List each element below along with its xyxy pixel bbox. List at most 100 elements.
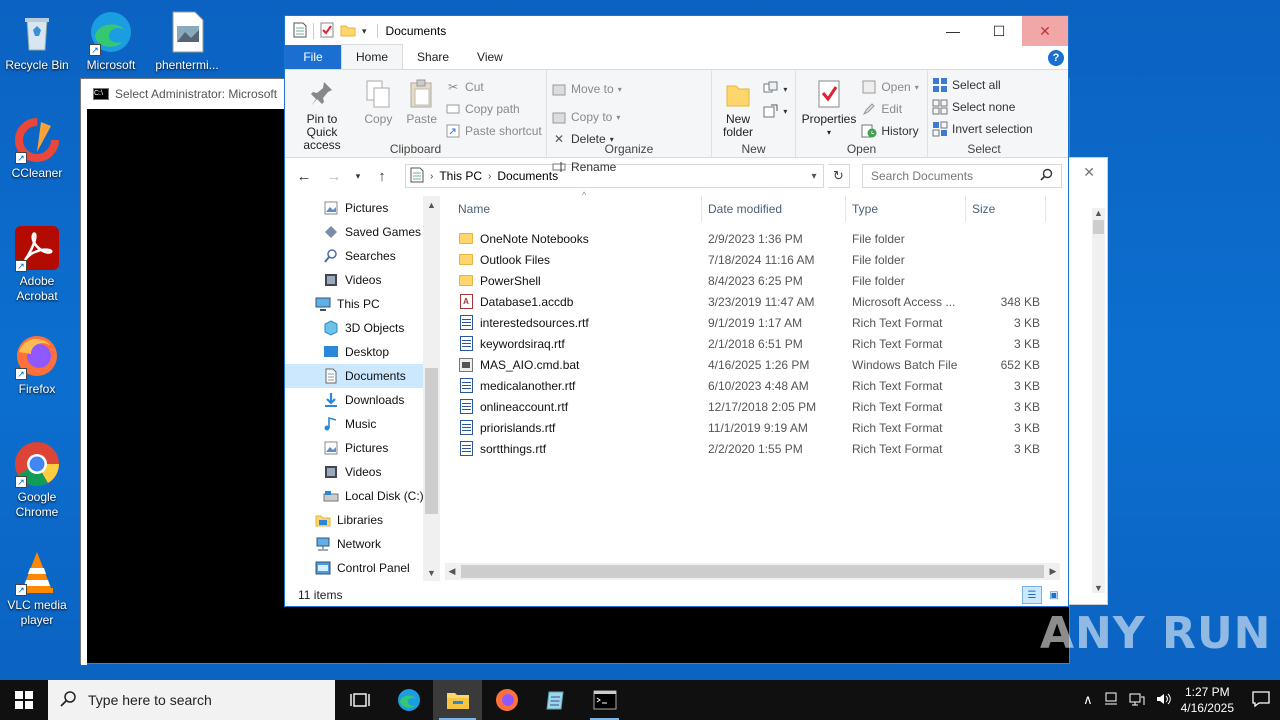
cut-button[interactable]: ✂ Cut — [445, 76, 542, 98]
search-input[interactable]: Search Documents — [862, 164, 1062, 188]
tree-item[interactable]: Videos — [285, 460, 423, 484]
rename-button[interactable]: Rename — [551, 156, 627, 178]
column-header-name[interactable]: Name — [440, 196, 702, 222]
column-header-type[interactable]: Type — [846, 196, 966, 222]
scrollbar-thumb[interactable] — [425, 368, 438, 514]
tree-item[interactable]: Documents — [285, 364, 423, 388]
taskbar-edge[interactable] — [384, 680, 433, 720]
file-row[interactable]: A Database1.accdb 3/23/2019 11:47 AM Micros… — [440, 291, 1068, 312]
large-icons-view-icon[interactable]: ▣ — [1044, 586, 1064, 604]
desktop-icon-recycle-bin[interactable]: Recycle Bin — [0, 8, 74, 73]
tree-item[interactable]: Network — [285, 532, 423, 556]
start-button[interactable] — [0, 680, 48, 720]
copy-path-button[interactable]: Copy path — [445, 98, 542, 120]
scroll-up-icon[interactable]: ▲ — [423, 196, 440, 213]
properties-button[interactable]: Properties ▾ — [800, 74, 858, 143]
details-view-icon[interactable]: ☰ — [1022, 586, 1042, 604]
desktop-icon-firefox[interactable]: ↗ Firefox — [0, 332, 74, 397]
desktop-icon-ccleaner[interactable]: ↗ CCleaner — [0, 116, 74, 181]
network-icon[interactable] — [1129, 691, 1145, 710]
file-row[interactable]: keywordsiraq.rtf 2/1/2018 6:51 PM Rich Tex… — [440, 333, 1068, 354]
tab-share[interactable]: Share — [403, 45, 463, 69]
forward-button[interactable]: → — [321, 163, 347, 189]
column-header-date-modified[interactable]: Date modified — [702, 196, 846, 222]
tab-home[interactable]: Home — [341, 44, 404, 69]
file-row[interactable]: interestedsources.rtf 9/1/2019 1:17 AM Ric… — [440, 312, 1068, 333]
file-row[interactable]: priorislands.rtf 11/1/2019 9:19 AM Rich Te… — [440, 417, 1068, 438]
tree-item[interactable]: Libraries — [285, 508, 423, 532]
tree-item[interactable]: Control Panel — [285, 556, 423, 580]
tree-item[interactable]: Pictures — [285, 196, 423, 220]
tree-item[interactable]: Downloads — [285, 388, 423, 412]
scrollbar[interactable]: ▲ ▼ — [1092, 208, 1105, 593]
easy-access-button[interactable]: ▾ — [763, 100, 787, 122]
desktop-icon-vlc[interactable]: ↗ VLC media player — [0, 548, 74, 628]
file-row[interactable]: PowerShell 8/4/2023 6:25 PM File folder — [440, 270, 1068, 291]
tree-item[interactable]: Pictures — [285, 436, 423, 460]
up-button[interactable]: ↑ — [369, 163, 395, 189]
taskbar-file-explorer[interactable] — [433, 680, 482, 720]
scroll-right-icon[interactable]: ▶ — [1046, 566, 1060, 577]
task-view-button[interactable] — [335, 680, 384, 720]
new-folder-icon[interactable] — [340, 23, 356, 40]
taskbar-firefox[interactable] — [482, 680, 531, 720]
desktop-icon-edge[interactable]: ↗ Microsoft Edge — [74, 8, 148, 73]
tree-item[interactable]: Local Disk (C:) — [285, 484, 424, 508]
tree-item[interactable]: This PC — [285, 292, 423, 316]
desktop-icon-adobe-acrobat[interactable]: ↗ Adobe Acrobat — [0, 224, 74, 304]
tree-item[interactable]: Desktop — [285, 340, 423, 364]
edit-button[interactable]: Edit — [861, 98, 918, 120]
file-row[interactable]: sortthings.rtf 2/2/2020 1:55 PM Rich Text … — [440, 438, 1068, 459]
maximize-button[interactable]: ☐ — [976, 16, 1022, 46]
paste-shortcut-button[interactable]: Paste shortcut — [445, 120, 542, 142]
file-row[interactable]: Outlook Files 7/18/2024 11:16 AM File fold… — [440, 249, 1068, 270]
horizontal-scrollbar[interactable]: ◀ ▶ — [445, 563, 1060, 580]
close-icon[interactable]: ✕ — [1083, 164, 1095, 181]
tree-item[interactable]: 3D Objects — [285, 316, 423, 340]
tree-item[interactable]: Searches — [285, 244, 423, 268]
open-button[interactable]: Open ▾ — [861, 76, 919, 98]
copy-button[interactable]: Copy — [358, 74, 398, 130]
select-all-button[interactable]: Select all — [932, 74, 1036, 96]
address-dropdown-icon[interactable]: ▾ — [805, 171, 823, 182]
history-button[interactable]: History — [861, 120, 919, 142]
help-icon[interactable]: ? — [1048, 50, 1064, 66]
file-row[interactable]: MAS_AIO.cmd.bat 4/16/2025 1:26 PM Windows … — [440, 354, 1068, 375]
move-to-button[interactable]: Move to ▾ — [551, 78, 629, 100]
scroll-down-icon[interactable]: ▼ — [423, 564, 440, 581]
recent-locations-button[interactable]: ▾ — [351, 163, 365, 189]
refresh-button[interactable]: ↻ — [828, 164, 850, 188]
tree-item[interactable]: Saved Games — [285, 220, 423, 244]
file-row[interactable]: OneNote Notebooks 2/9/2023 1:36 PM File fo… — [440, 228, 1068, 249]
invert-selection-button[interactable]: Invert selection — [932, 118, 1036, 140]
tab-file[interactable]: File — [285, 45, 341, 69]
taskbar-command-prompt[interactable] — [580, 680, 629, 720]
close-button[interactable]: ✕ — [1022, 16, 1068, 46]
new-item-button[interactable]: ▾ — [763, 78, 787, 100]
navigation-pane-scrollbar[interactable]: ▲ ▼ — [423, 196, 440, 581]
tab-view[interactable]: View — [463, 45, 517, 69]
back-button[interactable]: ← — [291, 163, 317, 189]
file-row[interactable]: medicalanother.rtf 6/10/2023 4:48 AM Rich … — [440, 375, 1068, 396]
scroll-left-icon[interactable]: ◀ — [445, 566, 459, 577]
tree-item[interactable]: Music — [285, 412, 423, 436]
breadcrumb-documents[interactable]: Documents — [497, 169, 558, 183]
select-none-button[interactable]: Select none — [932, 96, 1036, 118]
title-bar[interactable]: ▾ Documents — ☐ ✕ — [285, 16, 1068, 46]
desktop-icon-google-chrome[interactable]: ↗ Google Chrome — [0, 440, 74, 520]
breadcrumb-this-pc[interactable]: This PC — [439, 169, 482, 183]
file-explorer-window[interactable]: ▾ Documents — ☐ ✕ File Home Share View ?… — [284, 15, 1069, 607]
volume-icon[interactable] — [1155, 691, 1171, 710]
tree-item[interactable]: Videos — [285, 268, 423, 292]
copy-to-button[interactable]: Copy to ▾ — [551, 106, 629, 128]
chevron-up-icon[interactable]: ∧ — [1083, 692, 1093, 708]
clock[interactable]: 1:27 PM 4/16/2025 — [1181, 684, 1234, 716]
paste-button[interactable]: Paste — [402, 74, 442, 130]
properties-icon[interactable] — [320, 22, 334, 41]
new-folder-button[interactable]: New folder — [716, 74, 760, 143]
taskbar-notepad[interactable] — [531, 680, 580, 720]
minimize-button[interactable]: — — [930, 16, 976, 46]
notifications-icon[interactable] — [1252, 690, 1270, 710]
desktop-icon-phentermi[interactable]: phentermi... — [150, 8, 224, 73]
column-header-size[interactable]: Size — [966, 196, 1046, 222]
